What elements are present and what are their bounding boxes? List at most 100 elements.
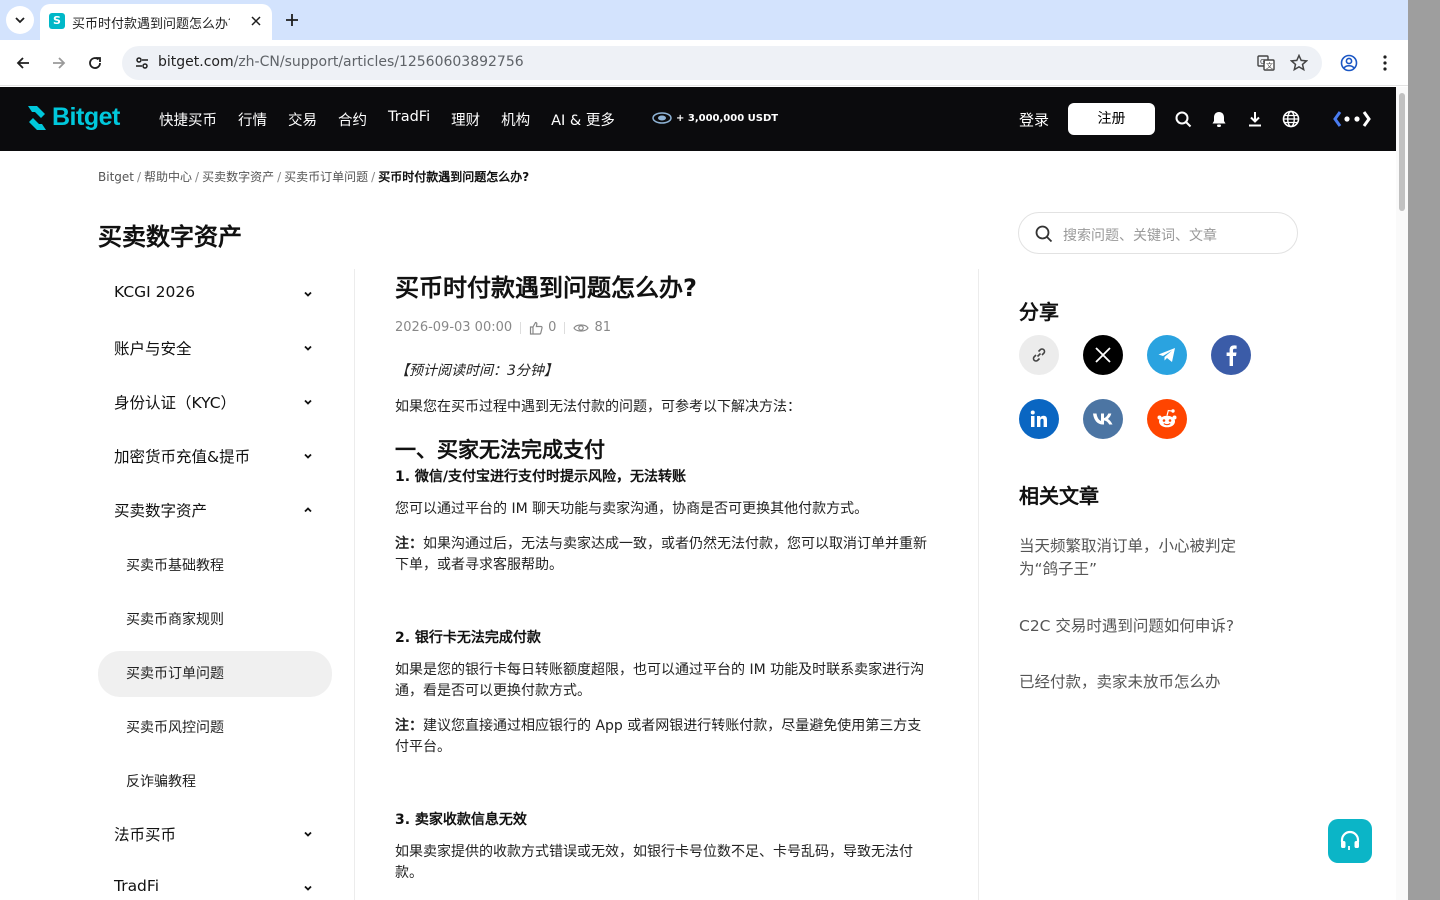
- customer-support-button[interactable]: [1328, 819, 1372, 863]
- notifications-button[interactable]: [1209, 109, 1229, 129]
- chevron-down-icon: [304, 453, 312, 459]
- sidebar-item-label: 加密货币充值&提币: [114, 448, 251, 466]
- nav-earn[interactable]: 理财: [451, 109, 480, 130]
- related-article-link[interactable]: C2C 交易时遇到问题如何申诉?: [1019, 615, 1259, 638]
- reload-icon: [89, 57, 101, 69]
- note-1-text: 如果沟通过后，无法与卖家达成一致，或者仍然无法付款，您可以取消订单并重新下单，或…: [395, 536, 927, 573]
- chevron-down-icon: [304, 831, 312, 837]
- tab-title: 买币时付款遇到问题怎么办？: [72, 17, 230, 32]
- login-link[interactable]: 登录: [1019, 109, 1049, 130]
- sidebar-item-buy-sell[interactable]: 买卖数字资产: [98, 485, 332, 539]
- translate-icon[interactable]: G文: [1257, 54, 1275, 72]
- scrollbar-thumb[interactable]: [1399, 93, 1405, 211]
- right-panel-divider: [978, 269, 979, 900]
- sidebar-item-kyc[interactable]: 身份认证（KYC）: [98, 377, 332, 431]
- search-icon: [1035, 225, 1053, 243]
- back-button[interactable]: [11, 51, 35, 75]
- breadcrumb-item[interactable]: Bitget: [98, 170, 134, 184]
- vk-icon: [1093, 413, 1113, 425]
- eye-icon: [573, 323, 590, 332]
- share-telegram-button[interactable]: [1147, 335, 1187, 375]
- chevron-down-icon: [304, 291, 312, 297]
- bookmark-star-icon[interactable]: [1290, 54, 1308, 72]
- tab-search-button[interactable]: [6, 6, 34, 34]
- nav-quick-buy[interactable]: 快捷买币: [159, 109, 217, 130]
- sidebar-subitem-basics[interactable]: 买卖币基础教程: [98, 539, 332, 593]
- sidebar-subitem-merchant-rules[interactable]: 买卖币商家规则: [98, 593, 332, 647]
- share-reddit-button[interactable]: [1147, 399, 1187, 439]
- breadcrumb-separator: /: [277, 170, 282, 184]
- chevron-down-icon: [15, 17, 25, 24]
- nav-markets[interactable]: 行情: [238, 109, 267, 130]
- related-article-link[interactable]: 已经付款，卖家未放币怎么办: [1019, 671, 1259, 694]
- chevron-up-icon: [304, 507, 312, 513]
- subheading-2: 2. 银行卡无法完成付款: [395, 630, 541, 646]
- sidebar-subitem-risk-control[interactable]: 买卖币风控问题: [98, 701, 332, 755]
- sidebar-item-account-security[interactable]: 账户与安全: [98, 323, 332, 377]
- sidebar-item-deposit-withdraw[interactable]: 加密货币充值&提币: [98, 431, 332, 485]
- sidebar-subitem-anti-fraud[interactable]: 反诈骗教程: [98, 755, 332, 809]
- nav-trade[interactable]: 交易: [288, 109, 317, 130]
- share-vk-button[interactable]: [1083, 399, 1123, 439]
- sidebar-subitem-label: 买卖币风控问题: [126, 720, 224, 736]
- address-bar[interactable]: bitget.com/zh-CN/support/articles/125606…: [122, 46, 1322, 80]
- tab-strip: S 买币时付款遇到问题怎么办？: [0, 0, 1408, 40]
- account-icon: [1340, 54, 1358, 72]
- sidebar-item-tradfi[interactable]: TradFi: [98, 863, 332, 900]
- nav-ai-more[interactable]: AI & 更多: [551, 109, 615, 130]
- header-search-button[interactable]: [1173, 109, 1193, 129]
- breadcrumb-separator: /: [195, 170, 200, 184]
- browser-toolbar: bitget.com/zh-CN/support/articles/125606…: [0, 40, 1408, 86]
- nav-futures[interactable]: 合约: [338, 109, 367, 130]
- nav-tradfi[interactable]: TradFi: [388, 109, 430, 130]
- browser-tab[interactable]: S 买币时付款遇到问题怎么办？: [40, 4, 272, 40]
- new-tab-button[interactable]: [280, 8, 304, 32]
- sidebar-subitem-order-issues[interactable]: 买卖币订单问题: [98, 651, 332, 697]
- chevron-down-icon: [304, 345, 312, 351]
- share-x-button[interactable]: [1083, 335, 1123, 375]
- article-date: 2026-09-03 00:00: [395, 320, 513, 335]
- subheading-3: 3. 卖家收款信息无效: [395, 812, 527, 828]
- share-linkedin-button[interactable]: [1019, 399, 1059, 439]
- settings-toggle-button[interactable]: [1331, 109, 1373, 129]
- bitget-logo[interactable]: Bitget: [24, 103, 120, 132]
- sidebar-subitem-label: 买卖币商家规则: [126, 612, 224, 628]
- breadcrumb-item[interactable]: 买卖数字资产: [202, 170, 274, 184]
- share-copy-link-button[interactable]: [1019, 335, 1059, 375]
- language-button[interactable]: [1281, 109, 1301, 129]
- sidebar-item-fiat-buy[interactable]: 法币买币: [98, 809, 332, 863]
- download-button[interactable]: [1245, 109, 1265, 129]
- profile-button[interactable]: [1337, 51, 1361, 75]
- intro-paragraph: 如果您在买币过程中遇到无法付款的问题，可参考以下解决方法：: [395, 399, 801, 415]
- nav-institutional[interactable]: 机构: [501, 109, 530, 130]
- breadcrumb-item[interactable]: 买卖币订单问题: [284, 170, 368, 184]
- section-heading: 一、买家无法完成支付: [395, 438, 605, 462]
- site-info-icon[interactable]: [134, 55, 150, 71]
- sidebar-item-label: 法币买币: [114, 826, 177, 844]
- desktop-background: [1408, 0, 1440, 900]
- related-article-link[interactable]: 当天频繁取消订单，小心被判定为“鸽子王”: [1019, 535, 1259, 581]
- promo-banner[interactable]: + 3,000,000 USDT: [652, 111, 778, 125]
- forward-button[interactable]: [47, 51, 71, 75]
- promo-text: + 3,000,000 USDT: [676, 112, 779, 124]
- breadcrumb-item[interactable]: 帮助中心: [144, 170, 192, 184]
- share-title: 分享: [1019, 300, 1059, 324]
- tab-close-button[interactable]: [246, 11, 266, 31]
- link-icon: [1032, 348, 1046, 362]
- search-placeholder: 搜索问题、关键词、文章: [1063, 228, 1217, 244]
- sidebar-subitem-label: 买卖币订单问题: [126, 666, 224, 682]
- share-facebook-button[interactable]: [1211, 335, 1251, 375]
- help-search-input[interactable]: 搜索问题、关键词、文章: [1018, 212, 1298, 254]
- linkedin-icon: [1030, 410, 1047, 427]
- register-button[interactable]: 注册: [1068, 103, 1155, 135]
- page-scrollbar[interactable]: [1396, 87, 1408, 900]
- like-button[interactable]: 0: [529, 320, 556, 335]
- logo-text: Bitget: [52, 103, 120, 131]
- note-1: 注：如果沟通过后，无法与卖家达成一致，或者仍然无法付款，您可以取消订单并重新下单…: [395, 534, 935, 576]
- paragraph-1: 您可以通过平台的 IM 聊天功能与卖家沟通，协商是否可更换其他付款方式。: [395, 501, 869, 517]
- close-icon: [251, 16, 261, 26]
- sidebar-item-kcgi[interactable]: KCGI 2026: [98, 269, 332, 323]
- browser-menu-button[interactable]: [1373, 51, 1397, 75]
- reload-button[interactable]: [83, 51, 107, 75]
- sidebar-divider: [354, 269, 355, 900]
